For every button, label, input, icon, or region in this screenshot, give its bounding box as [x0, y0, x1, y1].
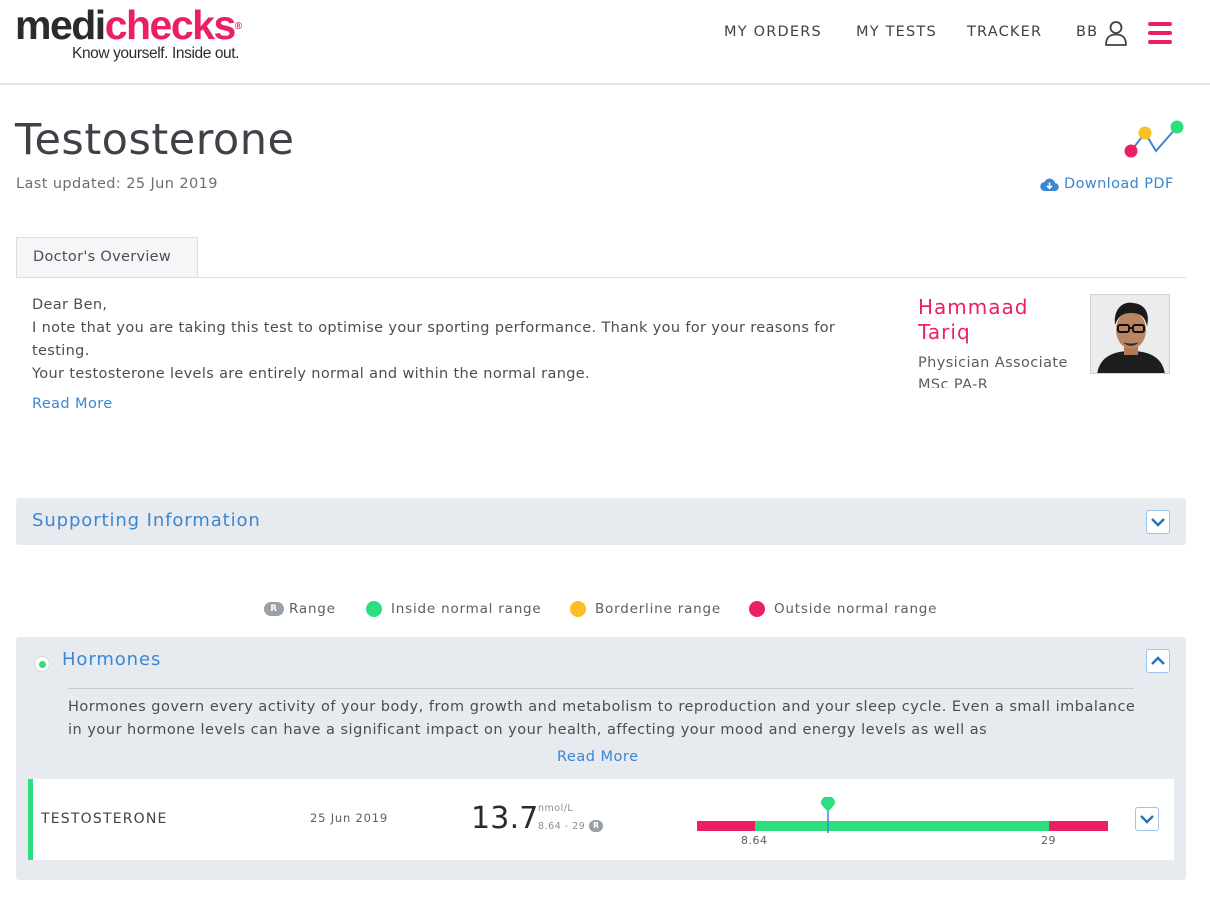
- result-row-testosterone[interactable]: TESTOSTERONE 25 Jun 2019 13.7 nmol/L 8.6…: [28, 779, 1174, 860]
- hormones-panel: Hormones Hormones govern every activity …: [16, 637, 1186, 880]
- green-dot-icon: [366, 601, 382, 617]
- logo-medi: medi: [15, 2, 106, 48]
- doctor-avatar: [1090, 294, 1170, 374]
- doctor-name: Hammaad Tariq: [918, 295, 1029, 344]
- page-title: Testosterone: [15, 115, 295, 165]
- result-range-text: 8.64 - 29: [538, 820, 586, 832]
- letter-greeting: Dear Ben,: [32, 297, 108, 313]
- doctor-role: Physician Associate MSc PA-R: [918, 352, 1084, 388]
- range-bar-low-segment: [697, 821, 755, 831]
- site-header: medichecks® Know yourself. Inside out. M…: [0, 0, 1210, 85]
- range-bar: [697, 821, 1108, 831]
- doctor-credentials: MSc PA-R: [918, 377, 989, 388]
- overview-read-more-link[interactable]: Read More: [32, 396, 113, 412]
- yellow-dot-icon: [570, 601, 586, 617]
- status-dot-icon: [34, 656, 50, 672]
- result-name: TESTOSTERONE: [41, 811, 168, 827]
- doctor-role-title: Physician Associate: [918, 355, 1068, 371]
- collapse-hormones-button[interactable]: [1146, 649, 1170, 673]
- result-reference-range: 8.64 - 29 R: [538, 820, 604, 832]
- section-divider: [68, 688, 1134, 689]
- last-updated: Last updated: 25 Jun 2019: [16, 176, 218, 192]
- doctor-letter: Dear Ben, I note that you are taking thi…: [32, 294, 892, 386]
- hormones-read-more-link[interactable]: Read More: [557, 749, 639, 765]
- range-bar-normal-segment: [755, 821, 1049, 831]
- tab-divider: [16, 277, 1186, 278]
- legend-outside: Outside normal range: [749, 601, 937, 617]
- supporting-information-title: Supporting Information: [32, 510, 261, 531]
- legend-borderline: Borderline range: [570, 601, 721, 617]
- nav-my-orders[interactable]: MY ORDERS: [724, 24, 822, 40]
- range-badge: R: [589, 820, 604, 832]
- download-pdf-link[interactable]: Download PDF: [1040, 176, 1174, 192]
- hamburger-menu-icon[interactable]: [1148, 22, 1172, 44]
- range-high-label: 29: [1041, 834, 1056, 847]
- range-badge: R: [264, 602, 284, 616]
- nav-my-tests[interactable]: MY TESTS: [856, 24, 937, 40]
- chevron-down-icon: [1151, 518, 1165, 527]
- hormones-title[interactable]: Hormones: [62, 649, 161, 670]
- chevron-down-icon: [1140, 815, 1154, 824]
- expand-supporting-button[interactable]: [1146, 510, 1170, 534]
- doctor-portrait-image: [1091, 295, 1169, 373]
- download-pdf-label: Download PDF: [1064, 176, 1174, 192]
- logo-tagline: Know yourself. Inside out.: [72, 45, 240, 62]
- result-value: 13.7: [471, 801, 539, 836]
- cloud-download-icon: [1040, 178, 1059, 191]
- legend-range-label: Range: [289, 601, 336, 617]
- logo-registered-mark: ®: [234, 21, 242, 32]
- logo-checks: checks: [104, 2, 237, 48]
- legend-inside: Inside normal range: [366, 601, 542, 617]
- nav-tracker[interactable]: TRACKER: [967, 24, 1042, 40]
- legend-borderline-label: Borderline range: [595, 601, 721, 617]
- letter-paragraph: I note that you are taking this test to …: [32, 320, 836, 359]
- letter-paragraph: Your testosterone levels are entirely no…: [32, 366, 591, 382]
- result-unit: nmol/L: [538, 803, 574, 814]
- nav-user-initials[interactable]: BB: [1076, 24, 1098, 40]
- legend-outside-label: Outside normal range: [774, 601, 938, 617]
- chevron-up-icon: [1151, 656, 1165, 665]
- result-date: 25 Jun 2019: [310, 811, 388, 825]
- red-dot-icon: [749, 601, 765, 617]
- tab-doctors-overview[interactable]: Doctor's Overview: [16, 237, 198, 278]
- tracker-chart-icon: [1124, 120, 1184, 158]
- supporting-information-panel[interactable]: Supporting Information: [16, 498, 1186, 545]
- legend-range: R Range: [264, 601, 336, 617]
- legend-inside-label: Inside normal range: [391, 601, 542, 617]
- medichecks-logo[interactable]: medichecks® Know yourself. Inside out.: [15, 2, 242, 63]
- user-icon[interactable]: [1104, 20, 1128, 46]
- expand-result-button[interactable]: [1135, 807, 1159, 831]
- range-low-label: 8.64: [741, 834, 768, 847]
- hormones-description: Hormones govern every activity of your b…: [68, 699, 1136, 738]
- result-marker-pin-icon: [821, 797, 835, 833]
- logo-wordmark: medichecks®: [15, 2, 242, 48]
- range-bar-high-segment: [1049, 821, 1108, 831]
